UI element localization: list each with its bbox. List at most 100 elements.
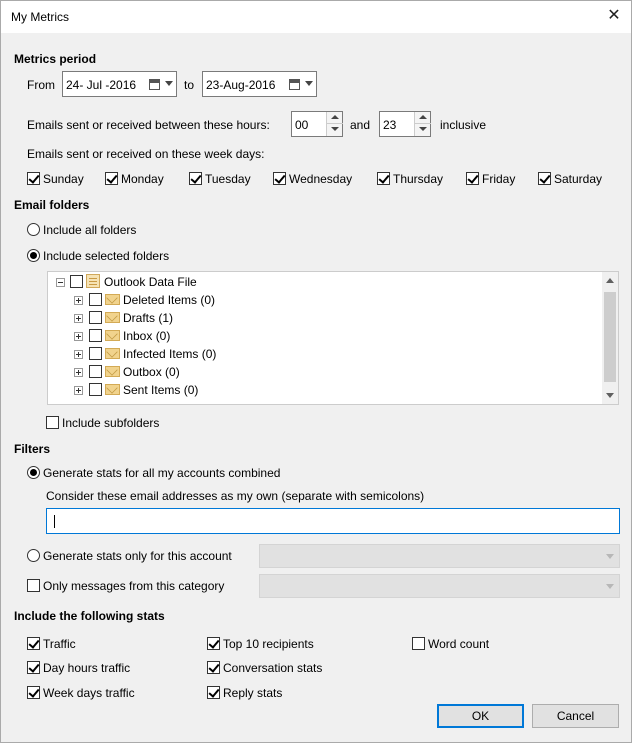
reply-stats-label: Reply stats bbox=[223, 686, 283, 700]
folder-checkbox[interactable] bbox=[89, 329, 102, 342]
all-accounts-label: Generate stats for all my accounts combi… bbox=[43, 466, 281, 480]
account-select[interactable] bbox=[259, 544, 620, 568]
chevron-down-icon[interactable] bbox=[606, 584, 614, 589]
scroll-thumb[interactable] bbox=[604, 292, 616, 382]
expand-icon[interactable] bbox=[74, 314, 83, 323]
tree-root-row[interactable]: Outlook Data File bbox=[48, 273, 604, 291]
expand-icon[interactable] bbox=[74, 332, 83, 341]
friday-label: Friday bbox=[482, 172, 516, 186]
tree-row[interactable]: Inbox (0) bbox=[48, 327, 604, 345]
spin-up-icon[interactable] bbox=[327, 112, 343, 124]
chevron-down-icon[interactable] bbox=[606, 554, 614, 559]
folder-checkbox[interactable] bbox=[89, 347, 102, 360]
metrics-period-heading: Metrics period bbox=[14, 52, 97, 66]
top-recipients-checkbox[interactable] bbox=[207, 637, 220, 650]
calendar-icon[interactable] bbox=[289, 79, 300, 90]
hours-label: Emails sent or received between these ho… bbox=[27, 118, 270, 132]
wednesday-checkbox[interactable] bbox=[273, 172, 286, 185]
cancel-button[interactable]: Cancel bbox=[532, 704, 619, 728]
week-days-traffic-label: Week days traffic bbox=[43, 686, 135, 700]
collapse-icon[interactable] bbox=[56, 278, 65, 287]
close-icon[interactable]: ✕ bbox=[597, 1, 631, 31]
conversation-stats-checkbox[interactable] bbox=[207, 661, 220, 674]
conversation-stats-label: Conversation stats bbox=[223, 661, 323, 675]
monday-checkbox[interactable] bbox=[105, 172, 118, 185]
to-label: to bbox=[184, 78, 195, 92]
root-checkbox[interactable] bbox=[70, 275, 83, 288]
spin-down-icon[interactable] bbox=[415, 124, 431, 136]
traffic-checkbox[interactable] bbox=[27, 637, 40, 650]
reply-stats-checkbox[interactable] bbox=[207, 686, 220, 699]
stats-heading: Include the following stats bbox=[14, 609, 165, 623]
this-account-radio[interactable] bbox=[27, 549, 40, 562]
folder-checkbox[interactable] bbox=[89, 365, 102, 378]
spin-down-icon[interactable] bbox=[327, 124, 343, 136]
include-all-folders-label: Include all folders bbox=[43, 223, 137, 237]
traffic-label: Traffic bbox=[43, 637, 76, 651]
tree-scrollbar[interactable] bbox=[602, 272, 618, 404]
include-all-folders-radio[interactable] bbox=[27, 223, 40, 236]
tree-row[interactable]: Outbox (0) bbox=[48, 363, 604, 381]
thursday-label: Thursday bbox=[393, 172, 444, 186]
hours-from-stepper[interactable]: 00 bbox=[291, 111, 343, 137]
mail-folder-icon bbox=[105, 330, 120, 341]
sunday-label: Sunday bbox=[43, 172, 84, 186]
week-days-traffic-checkbox[interactable] bbox=[27, 686, 40, 699]
folder-label: Outbox (0) bbox=[123, 365, 180, 379]
sunday-checkbox[interactable] bbox=[27, 172, 40, 185]
from-label: From bbox=[27, 78, 55, 92]
wednesday-label: Wednesday bbox=[289, 172, 353, 186]
all-accounts-radio[interactable] bbox=[27, 466, 40, 479]
this-account-label: Generate stats only for this account bbox=[43, 549, 232, 563]
category-checkbox[interactable] bbox=[27, 579, 40, 592]
folder-label: Infected Items (0) bbox=[123, 347, 217, 361]
category-select[interactable] bbox=[259, 574, 620, 598]
day-hours-traffic-checkbox[interactable] bbox=[27, 661, 40, 674]
friday-checkbox[interactable] bbox=[466, 172, 479, 185]
ok-button[interactable]: OK bbox=[437, 704, 524, 728]
saturday-checkbox[interactable] bbox=[538, 172, 551, 185]
scroll-down-icon[interactable] bbox=[606, 393, 614, 398]
top-recipients-label: Top 10 recipients bbox=[223, 637, 314, 651]
mail-folder-icon bbox=[105, 366, 120, 377]
weekdays-label: Emails sent or received on these week da… bbox=[27, 147, 265, 161]
inclusive-label: inclusive bbox=[440, 118, 487, 132]
expand-icon[interactable] bbox=[74, 350, 83, 359]
spin-up-icon[interactable] bbox=[415, 112, 431, 124]
saturday-label: Saturday bbox=[554, 172, 603, 186]
from-date-picker[interactable]: 24- Jul -2016 bbox=[62, 71, 177, 97]
expand-icon[interactable] bbox=[74, 296, 83, 305]
folder-label: Deleted Items (0) bbox=[123, 293, 216, 307]
own-addresses-input[interactable] bbox=[46, 508, 620, 534]
category-label: Only messages from this category bbox=[43, 579, 225, 593]
folder-tree[interactable]: Outlook Data File Deleted Items (0) Draf… bbox=[47, 271, 619, 405]
tuesday-label: Tuesday bbox=[205, 172, 251, 186]
folder-checkbox[interactable] bbox=[89, 383, 102, 396]
calendar-icon[interactable] bbox=[149, 79, 160, 90]
expand-icon[interactable] bbox=[74, 386, 83, 395]
tuesday-checkbox[interactable] bbox=[189, 172, 202, 185]
chevron-down-icon[interactable] bbox=[165, 81, 173, 86]
include-selected-folders-radio[interactable] bbox=[27, 249, 40, 262]
word-count-label: Word count bbox=[428, 637, 490, 651]
include-subfolders-checkbox[interactable] bbox=[46, 416, 59, 429]
tree-row[interactable]: Drafts (1) bbox=[48, 309, 604, 327]
hours-to-stepper[interactable]: 23 bbox=[379, 111, 431, 137]
folder-checkbox[interactable] bbox=[89, 311, 102, 324]
word-count-checkbox[interactable] bbox=[412, 637, 425, 650]
chevron-down-icon[interactable] bbox=[305, 81, 313, 86]
tree-row[interactable]: Infected Items (0) bbox=[48, 345, 604, 363]
tree-row[interactable]: Sent Items (0) bbox=[48, 381, 604, 399]
folder-checkbox[interactable] bbox=[89, 293, 102, 306]
day-hours-traffic-label: Day hours traffic bbox=[43, 661, 131, 675]
expand-icon[interactable] bbox=[74, 368, 83, 377]
to-date-value: 23-Aug-2016 bbox=[206, 78, 276, 92]
text-caret bbox=[54, 515, 55, 528]
thursday-checkbox[interactable] bbox=[377, 172, 390, 185]
folder-label: Inbox (0) bbox=[123, 329, 171, 343]
tree-row[interactable]: Deleted Items (0) bbox=[48, 291, 604, 309]
scroll-up-icon[interactable] bbox=[606, 278, 614, 283]
to-date-picker[interactable]: 23-Aug-2016 bbox=[202, 71, 317, 97]
filters-heading: Filters bbox=[14, 442, 51, 456]
window-title: My Metrics bbox=[11, 10, 69, 24]
